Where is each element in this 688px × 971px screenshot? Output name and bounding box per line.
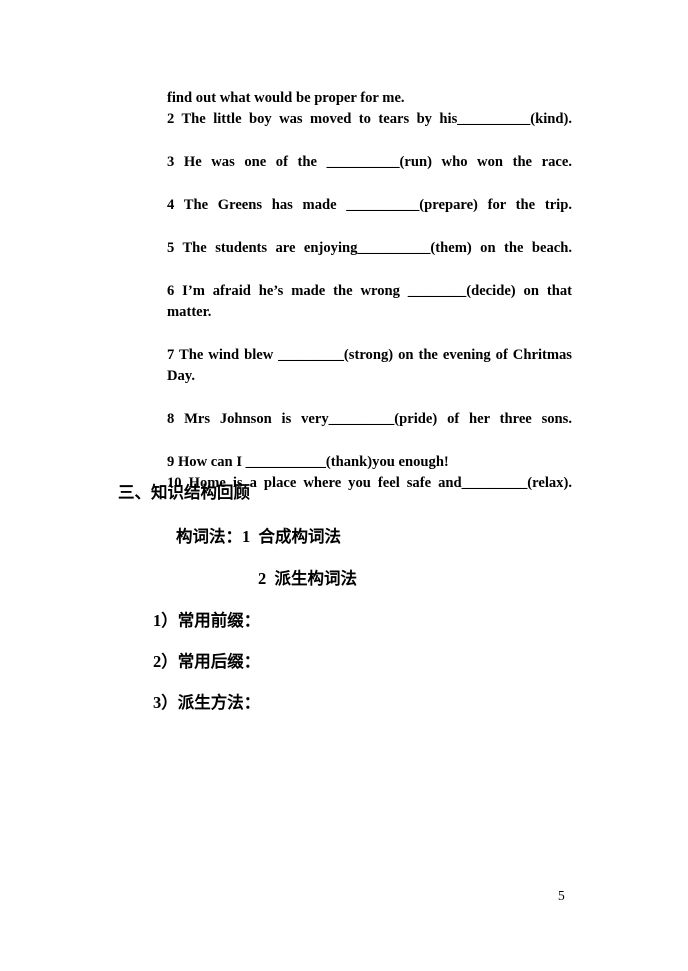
derivation-label: 2 派生构词法 (258, 569, 357, 588)
exercise-item-3-text: 3 He was one of the (167, 154, 327, 171)
exercise-item-6: 6 I’m afraid he’s made the wrong _______… (167, 281, 572, 345)
exercise-item-8-text: 8 Mrs Johnson is very (167, 411, 329, 428)
exercise-item-3-cue: (run) (399, 154, 432, 171)
exercise-item-8-text-after: of her three sons. (437, 411, 572, 428)
exercise-item-9-text-after: you enough! (372, 453, 449, 470)
exercise-item-5-text: 5 The students are enjoying (167, 239, 358, 256)
outline-sub-item-2: 2）常用后缀： (153, 652, 261, 671)
exercise-item-8: 8 Mrs Johnson is very_________(pride) of… (167, 409, 572, 452)
word-formation-label: 构词法：1 合成构词法 (176, 527, 341, 546)
exercise-block: find out what would be proper for me. 2 … (167, 88, 572, 516)
document-page: find out what would be proper for me. 2 … (0, 0, 688, 971)
exercise-item-5: 5 The students are enjoying__________(th… (167, 238, 572, 281)
exercise-item-4-text: 4 The Greens has made (167, 197, 347, 214)
exercise-item-4-blank: __________ (346, 197, 420, 214)
exercise-item-2-blank: __________ (457, 111, 531, 128)
exercise-item-9: 9 How can I ___________(thank)you enough… (167, 452, 572, 473)
exercise-item-4-cue: (prepare) (419, 197, 478, 214)
exercise-item-4: 4 The Greens has made __________(prepare… (167, 195, 572, 238)
exercise-item-6-cue: (decide) (466, 282, 516, 299)
exercise-item-8-cue: (pride) (394, 411, 438, 428)
exercise-item-6-blank: ________ (407, 282, 467, 299)
exercise-item-5-blank: __________ (357, 239, 431, 256)
exercise-item-2-cue: (kind). (530, 111, 572, 128)
exercise-item-10-cue: (relax). (527, 475, 572, 492)
exercise-item-6-text: 6 I’m afraid he’s made the wrong (167, 282, 408, 299)
exercise-item-8-blank: _________ (328, 411, 395, 428)
exercise-item-3-text-after: who won the race. (431, 154, 572, 171)
page-number: 5 (558, 888, 565, 903)
exercise-item-5-text-after: on the beach. (471, 239, 572, 256)
exercise-item-9-text: 9 How can I (167, 453, 246, 470)
exercise-item-2-text: 2 The little boy was moved to tears by h… (167, 111, 458, 128)
outline-sub-item-3: 3）派生方法： (153, 693, 261, 712)
exercise-item-3: 3 He was one of the __________(run) who … (167, 152, 572, 195)
exercise-item-7-text: 7 The wind blew (167, 346, 279, 363)
exercise-item-9-cue: (thank) (325, 453, 373, 470)
exercise-item-9-blank: ___________ (245, 453, 326, 470)
exercise-item-10-blank: _________ (461, 475, 528, 492)
exercise-item-4-text-after: for the trip. (477, 197, 572, 214)
exercise-item-5-cue: (them) (430, 239, 472, 256)
exercise-item-7-cue: (strong) (343, 346, 394, 363)
exercise-item-2: 2 The little boy was moved to tears by h… (167, 109, 572, 152)
section-heading: 三、知识结构回顾 (118, 483, 250, 502)
outline-sub-item-1: 1）常用前缀： (153, 611, 261, 630)
continuation-line: find out what would be proper for me. (167, 90, 405, 106)
exercise-item-3-blank: __________ (326, 154, 400, 171)
exercise-item-7-blank: _________ (278, 346, 344, 363)
exercise-item-7: 7 The wind blew _________(strong) on the… (167, 345, 572, 409)
